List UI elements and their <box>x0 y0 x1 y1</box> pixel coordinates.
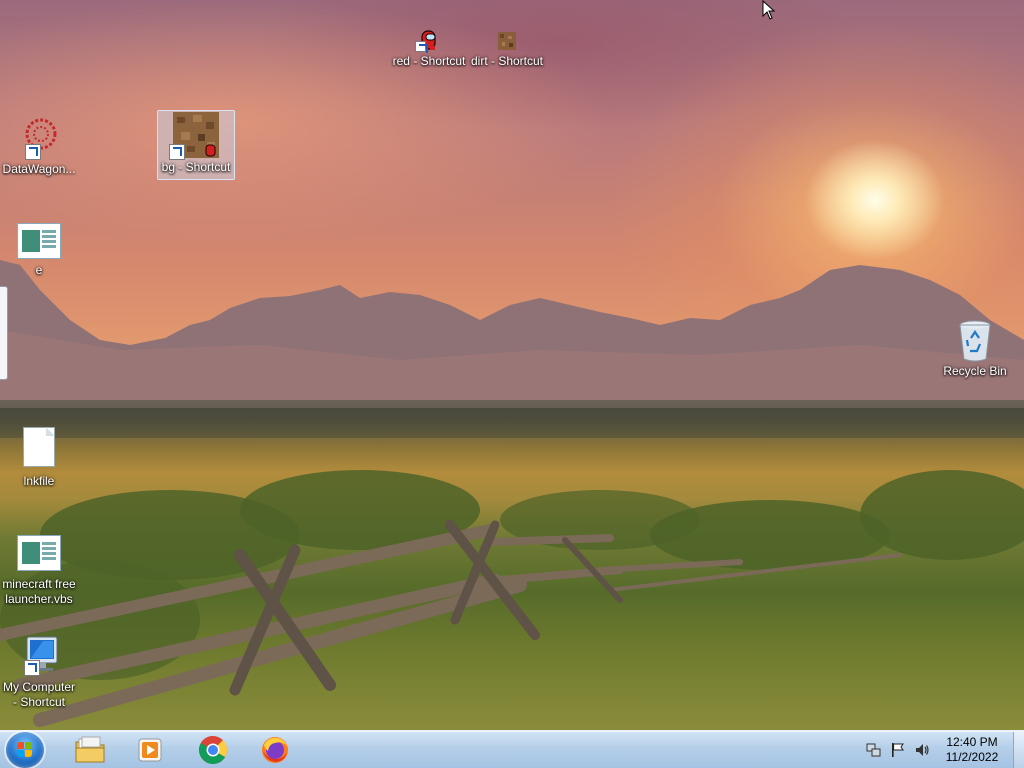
shortcut-arrow-icon <box>24 660 40 676</box>
icon-label: dirt - Shortcut <box>470 54 544 68</box>
desktop-icon-lnkfile[interactable]: lnkfile <box>1 424 77 489</box>
desktop-icon-recycle-bin[interactable]: Recycle Bin <box>936 318 1014 379</box>
shortcut-arrow-icon <box>415 41 426 52</box>
desktop-icon-bg-shortcut[interactable]: bg - Shortcut <box>157 110 235 180</box>
chrome-icon <box>199 736 228 764</box>
firefox-icon <box>262 737 288 763</box>
icon-label: e <box>35 263 43 277</box>
computer-icon <box>17 634 61 678</box>
datawagon-icon <box>17 116 61 160</box>
windows-start-icon <box>17 742 33 758</box>
blank-document-icon <box>23 427 55 467</box>
mountain-range <box>0 260 1024 420</box>
clock-date: 11/2/2022 <box>945 750 999 764</box>
media-player-icon <box>138 738 162 762</box>
icon-label: My Computer - Shortcut <box>2 680 76 709</box>
desktop-icon-minecraft-launcher[interactable]: minecraft free launcher.vbs <box>1 530 77 607</box>
network-icon[interactable] <box>866 742 882 758</box>
wooden-fence <box>0 520 902 727</box>
shortcut-arrow-icon <box>169 144 185 160</box>
mouse-cursor-icon <box>762 0 776 20</box>
desktop-icon-datawagon[interactable]: DataWagon... <box>1 116 77 177</box>
volume-icon[interactable] <box>914 742 930 758</box>
taskbar-media-player-button[interactable] <box>124 733 178 767</box>
clock-time: 12:40 PM <box>946 735 998 749</box>
desktop-background[interactable]: red - Shortcut dirt - Shortcut DataWagon… <box>0 0 1024 730</box>
desktop-icon-dirt-shortcut[interactable]: dirt - Shortcut <box>466 30 548 69</box>
dirt-block-icon <box>496 30 518 52</box>
taskbar-firefox-button[interactable] <box>248 733 302 767</box>
flag-icon[interactable] <box>890 742 906 758</box>
taskbar-explorer-button[interactable] <box>62 733 116 767</box>
icon-label: DataWagon... <box>2 162 76 176</box>
start-button[interactable] <box>6 732 44 768</box>
taskbar-chrome-button[interactable] <box>186 733 240 767</box>
folder-icon <box>75 736 105 763</box>
script-file-icon <box>17 535 61 571</box>
icon-label: bg - Shortcut <box>161 160 231 174</box>
desktop-icon-red-shortcut[interactable]: red - Shortcut <box>389 28 469 69</box>
desktop-icon-my-computer[interactable]: My Computer - Shortcut <box>1 634 77 710</box>
shortcut-arrow-icon <box>25 144 41 160</box>
red-character-icon <box>415 28 441 52</box>
icon-label: Recycle Bin <box>943 364 1007 378</box>
system-clock[interactable]: 12:40 PM 11/2/2022 <box>930 735 1014 765</box>
recycle-bin-icon <box>953 318 997 362</box>
icon-label: minecraft free launcher.vbs <box>2 577 76 606</box>
script-file-icon <box>17 223 61 259</box>
desktop-icon-e[interactable]: e <box>1 218 77 278</box>
sidebar-gadget-tab[interactable] <box>0 286 8 380</box>
icon-label: lnkfile <box>23 474 55 488</box>
show-desktop-button[interactable] <box>1013 732 1024 768</box>
taskbar: 12:40 PM 11/2/2022 <box>0 730 1024 768</box>
treeline <box>0 408 1024 438</box>
icon-label: red - Shortcut <box>392 54 466 68</box>
dirt-image-icon <box>169 112 219 160</box>
